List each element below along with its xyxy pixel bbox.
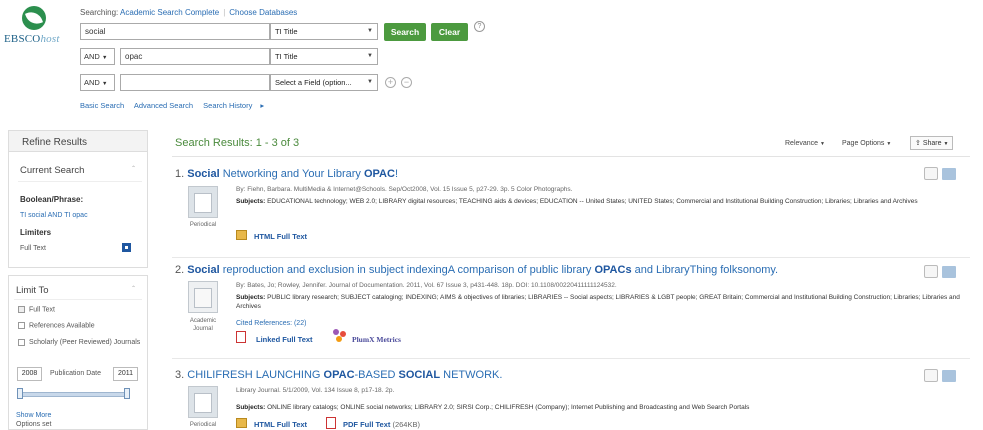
linked-full-text-icon[interactable] [236, 331, 246, 343]
search-input-2[interactable]: opac [120, 48, 270, 65]
ebsco-logo[interactable]: EBSCOhost [4, 6, 66, 54]
preview-icon[interactable] [924, 167, 938, 180]
logo-text: EBSCOhost [4, 33, 60, 45]
current-search-title[interactable]: Current Search [20, 165, 84, 176]
collapse-icon[interactable]: ⌃ [131, 285, 136, 292]
date-to-input[interactable]: 2011 [113, 367, 138, 381]
pdf-icon[interactable] [326, 417, 336, 429]
html-full-text-link[interactable]: HTML Full Text [254, 232, 307, 241]
preview-icon[interactable] [924, 265, 938, 278]
checkbox-icon[interactable] [18, 338, 25, 346]
chevron-down-icon: ▼ [101, 55, 108, 61]
field-select-3[interactable]: Select a Field (option... ▼ [270, 74, 378, 91]
doc-type-label: Periodical [189, 422, 217, 428]
checkbox-icon[interactable] [18, 322, 25, 329]
limit-to-title[interactable]: Limit To [16, 285, 49, 296]
ebsco-logo-icon [22, 6, 46, 30]
add-row-icon[interactable]: + [385, 77, 396, 88]
result-subjects-3: Subjects: ONLINE library catalogs; ONLIN… [236, 404, 750, 411]
show-more-link[interactable]: Show More [16, 412, 51, 419]
periodical-thumbnail[interactable] [188, 386, 218, 418]
options-set-label: Options set [16, 421, 52, 428]
searching-label: Searching: [80, 8, 119, 17]
remove-row-icon[interactable]: − [401, 77, 412, 88]
boolean-value-link[interactable]: TI social AND TI opac [20, 212, 88, 219]
limiters-label: Limiters [20, 228, 52, 237]
add-to-folder-icon[interactable] [942, 370, 956, 382]
result-actions-1 [924, 167, 956, 181]
search-input-1[interactable]: social [80, 23, 270, 40]
relevance-dropdown[interactable]: Relevance ▼ [785, 140, 825, 147]
result-actions-2 [924, 265, 956, 279]
share-icon: ⇪ [915, 140, 921, 147]
cited-references-link[interactable]: Cited References: (22) [236, 320, 306, 327]
html-full-text-icon[interactable] [236, 230, 247, 240]
limit-scholarly[interactable]: Scholarly (Peer Reviewed) Journals [18, 338, 143, 347]
result-meta-3: Library Journal. 5/1/2009, Vol. 134 Issu… [236, 387, 395, 394]
search-button[interactable]: Search [384, 23, 426, 41]
remove-limiter-icon[interactable] [122, 243, 131, 252]
result-title-2[interactable]: 2. Social reproduction and exclusion in … [175, 264, 778, 276]
result-title-3[interactable]: 3. CHILIFRESH LAUNCHING OPAC-BASED SOCIA… [175, 369, 502, 381]
choose-databases-link[interactable]: Choose Databases [229, 8, 297, 17]
chevron-down-icon: ▼ [367, 53, 373, 59]
database-link[interactable]: Academic Search Complete [120, 8, 219, 17]
add-to-folder-icon[interactable] [942, 266, 956, 278]
plumx-icon[interactable] [333, 329, 347, 343]
add-to-folder-icon[interactable] [942, 168, 956, 180]
doc-type-label: Academic Journal [189, 318, 217, 332]
chevron-down-icon: ▼ [943, 141, 949, 147]
limiter-value: Full Text [20, 245, 46, 252]
slider-handle-right[interactable] [124, 388, 130, 399]
publication-date-label: Publication Date [50, 370, 101, 377]
share-button[interactable]: ⇪ Share ▼ [910, 136, 954, 150]
clear-button[interactable]: Clear [431, 23, 468, 41]
basic-search-link[interactable]: Basic Search [80, 101, 124, 110]
chevron-down-icon: ▼ [367, 79, 373, 85]
results-title: Search Results: 1 - 3 of 3 [175, 137, 300, 149]
result-meta-2: By: Bates, Jo; Rowley, Jennifer. Journal… [236, 282, 617, 289]
date-slider[interactable] [20, 392, 128, 397]
field-select-1[interactable]: TI Title ▼ [270, 23, 378, 40]
result-actions-3 [924, 369, 956, 383]
search-input-3[interactable] [120, 74, 270, 91]
limit-references[interactable]: References Available [18, 322, 95, 329]
chevron-down-icon: ▼ [820, 141, 825, 147]
collapse-icon[interactable]: ⌃ [131, 165, 136, 172]
search-history-link[interactable]: Search History ▸ [203, 101, 264, 110]
page-options-dropdown[interactable]: Page Options ▼ [842, 140, 891, 147]
bool-select-2[interactable]: AND ▼ [80, 48, 115, 65]
html-full-text-icon[interactable] [236, 418, 247, 428]
field-select-2[interactable]: TI Title ▼ [270, 48, 378, 65]
plumx-metrics-link[interactable]: PlumX Metrics [352, 335, 401, 344]
pdf-full-text-link[interactable]: PDF Full Text (264KB) [343, 420, 420, 429]
limit-full-text[interactable]: Full Text [18, 306, 55, 313]
doc-type-label: Periodical [189, 222, 217, 228]
slider-handle-left[interactable] [17, 388, 23, 399]
preview-icon[interactable] [924, 369, 938, 382]
journal-thumbnail[interactable] [188, 281, 218, 313]
refine-results-title: Refine Results [22, 137, 88, 148]
chevron-down-icon: ▼ [101, 81, 108, 87]
chevron-down-icon: ▼ [367, 28, 373, 34]
result-subjects-2: Subjects: PUBLIC library research; SUBJE… [236, 294, 960, 310]
result-meta-1: By: Fiehn, Barbara. MultiMedia & Interne… [236, 186, 573, 193]
result-title-1[interactable]: 1. Social Networking and Your Library OP… [175, 168, 398, 180]
result-subjects-1: Subjects: EDUCATIONAL technology; WEB 2.… [236, 198, 918, 205]
boolean-label: Boolean/Phrase: [20, 195, 84, 204]
date-from-input[interactable]: 2008 [17, 367, 42, 381]
advanced-search-link[interactable]: Advanced Search [134, 101, 193, 110]
bool-select-3[interactable]: AND ▼ [80, 74, 115, 91]
linked-full-text-link[interactable]: Linked Full Text [256, 335, 313, 344]
help-icon[interactable]: ? [474, 21, 485, 32]
chevron-down-icon: ▼ [886, 141, 892, 147]
checkbox-checked-icon[interactable] [18, 306, 25, 313]
search-links: Basic Search Advanced Search Search Hist… [80, 101, 272, 110]
html-full-text-link[interactable]: HTML Full Text [254, 420, 307, 429]
searching-line: Searching: Academic Search Complete | Choo… [80, 8, 298, 17]
periodical-thumbnail[interactable] [188, 186, 218, 218]
